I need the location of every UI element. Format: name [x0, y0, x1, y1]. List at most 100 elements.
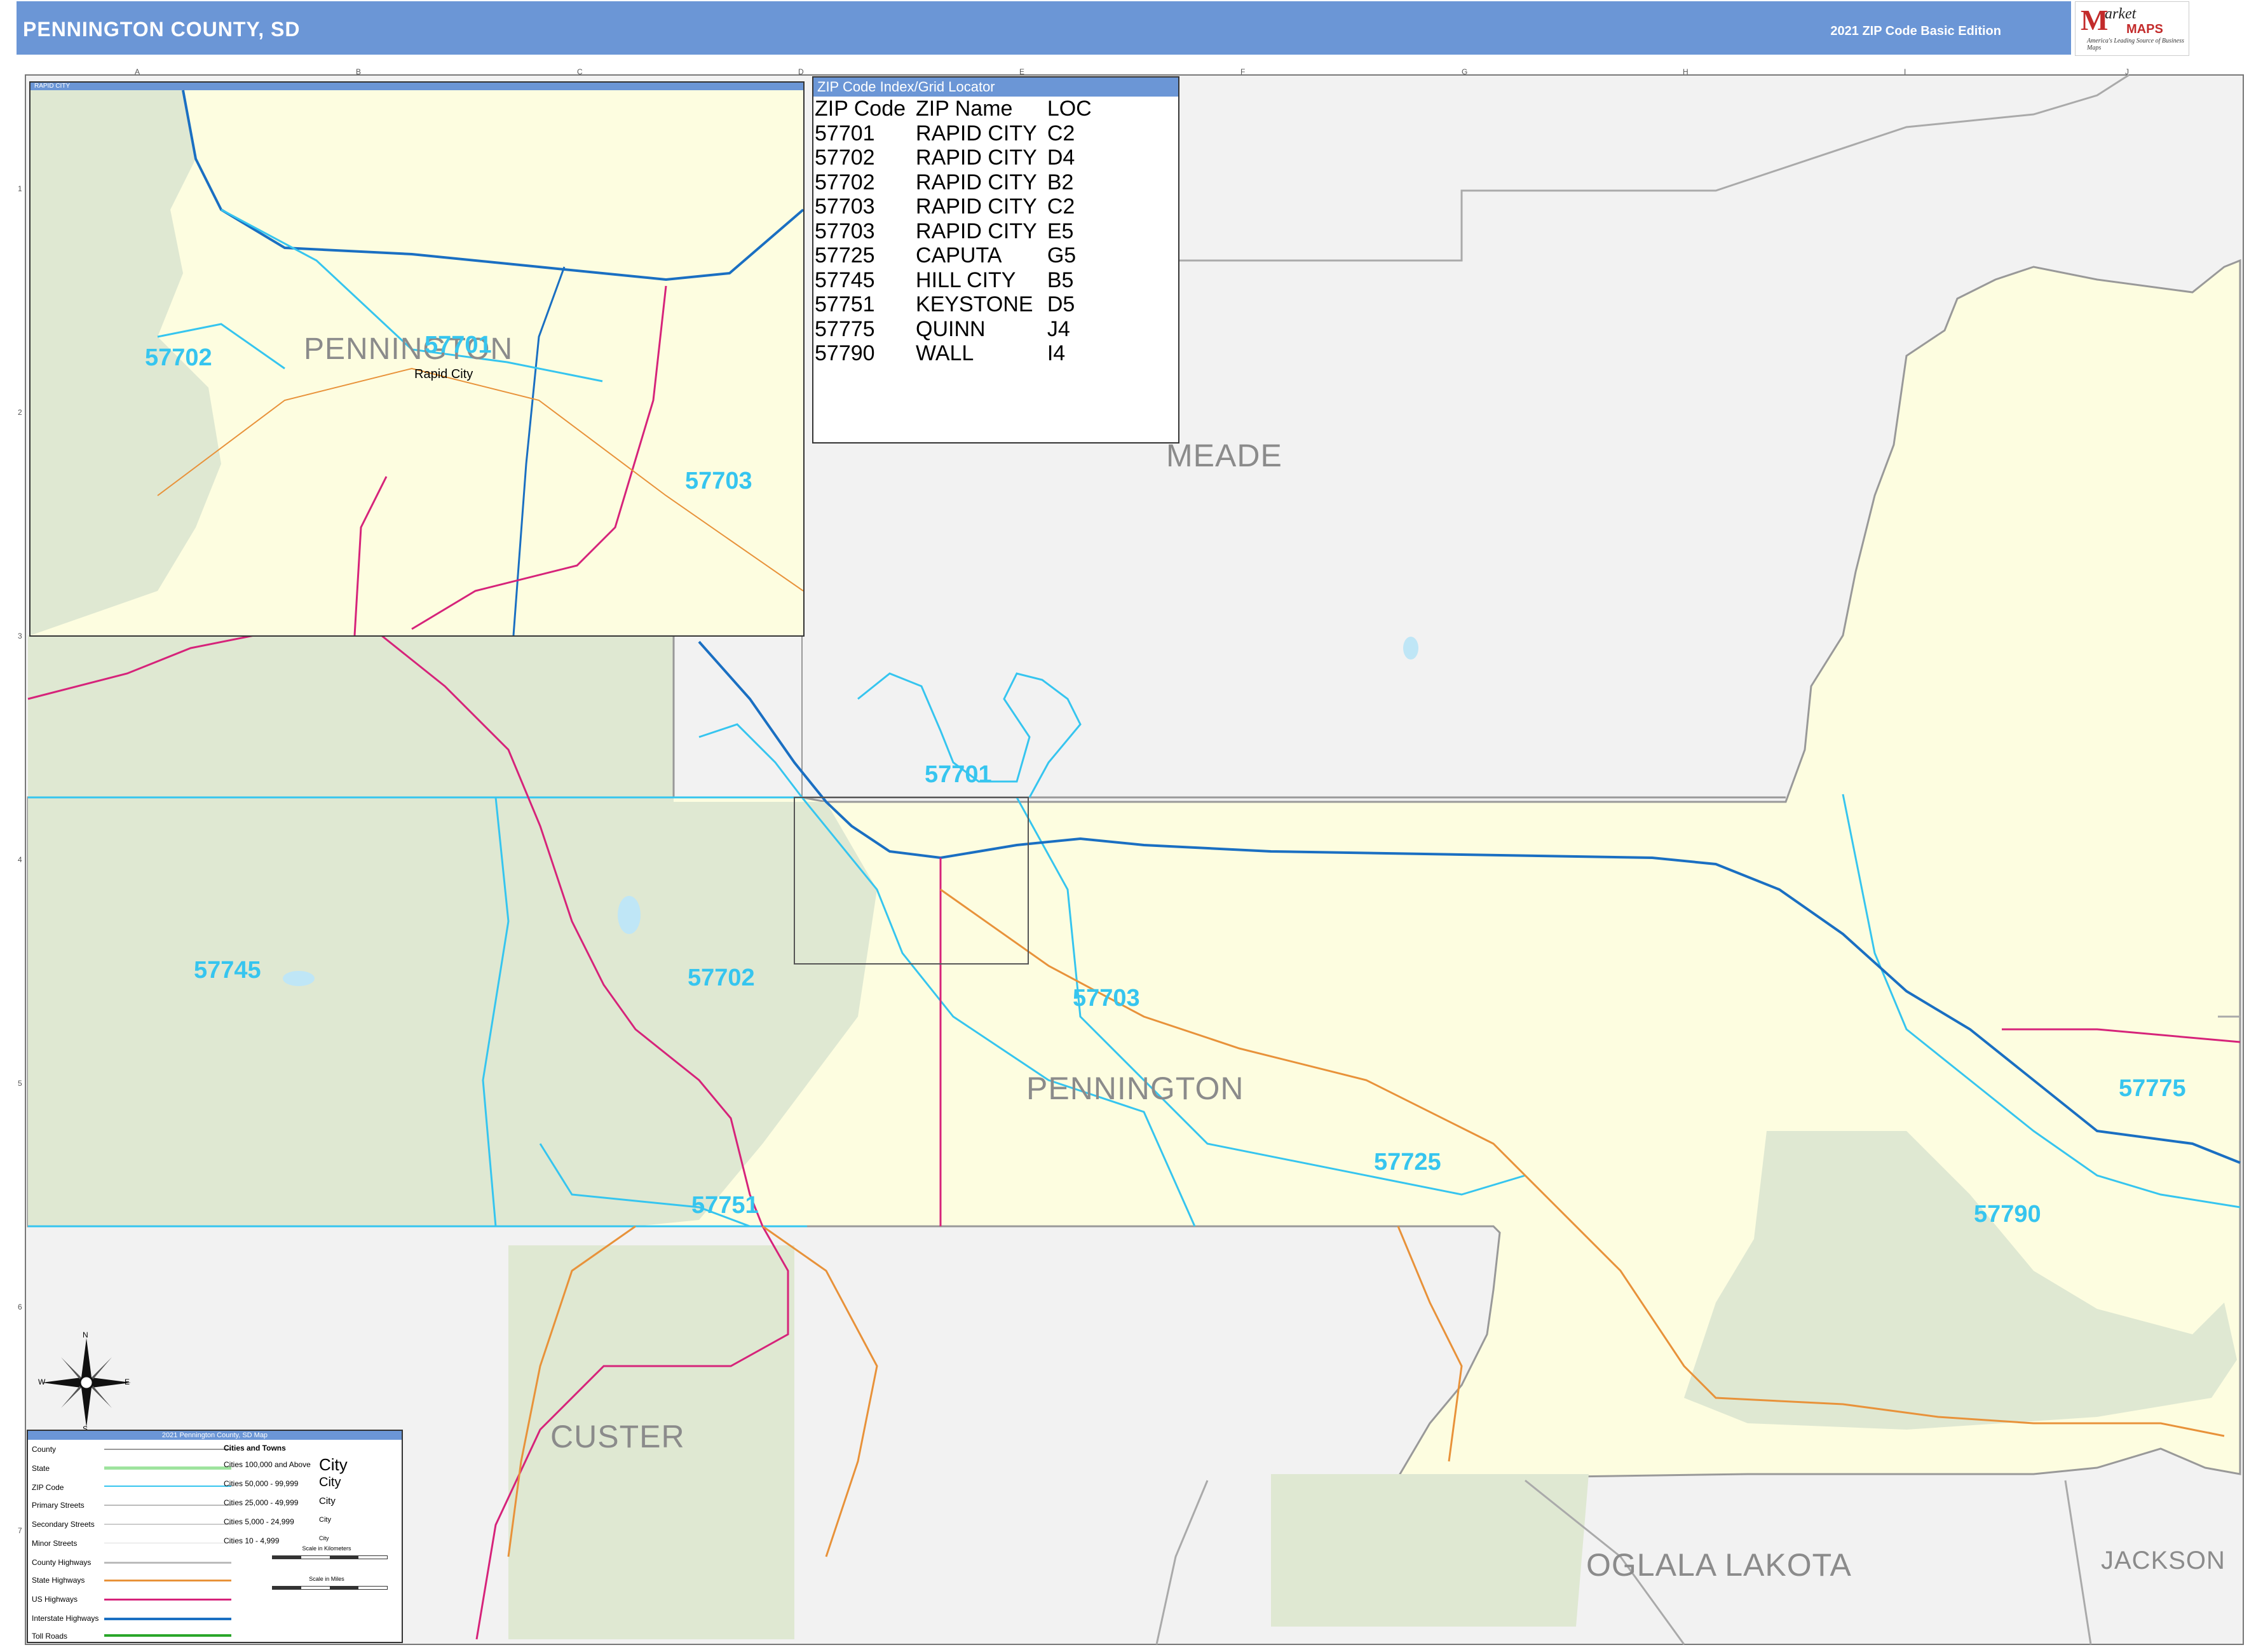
legend-item-zip: ZIP Code [32, 1483, 64, 1492]
legend-item-state: State [32, 1464, 50, 1473]
zip-name-cell: QUINN [916, 316, 986, 341]
zip-name-cell: WALL [916, 341, 974, 365]
compass-n: N [83, 1330, 88, 1339]
grid-letter: B [356, 67, 362, 76]
legend-city-size: Cities 10 - 4,999 [224, 1536, 280, 1545]
zip-code-index: ZIP Code Index/Grid Locator ZIP Code ZIP… [812, 76, 1179, 443]
zip-cell: 57703 [815, 194, 875, 219]
zip-cell: 57751 [815, 292, 875, 316]
inset-city-label: Rapid City [414, 367, 473, 381]
zip-label-57790: 57790 [1974, 1201, 2041, 1228]
table-row: 57725 CAPUTA G5 [815, 243, 1102, 268]
table-row: 57702 RAPID CITY D4 [815, 146, 1102, 170]
grid-letter: E [1019, 67, 1025, 76]
legend-city-size: Cities 50,000 - 99,999 [224, 1479, 299, 1488]
county-label-pennington: PENNINGTON [1026, 1071, 1244, 1106]
legend-title: 2021 Pennington County, SD Map [28, 1431, 402, 1440]
zip-index-header: ZIP Code ZIP Name LOC [815, 97, 1102, 121]
loc-cell: B2 [1047, 170, 1074, 194]
zip-name-cell: HILL CITY [916, 267, 1016, 292]
zip-name-cell: KEYSTONE [916, 292, 1033, 316]
table-row: 57703 RAPID CITY C2 [815, 194, 1102, 219]
rapid-city-inset[interactable]: RAPID CITY PENNINGTON 57702 57701 57703 … [29, 81, 805, 637]
loc-cell: E5 [1047, 219, 1074, 243]
grid-number: 5 [18, 1079, 22, 1088]
grid-number: 4 [18, 855, 22, 864]
zip-cell: 57703 [815, 219, 875, 243]
grid-number: 6 [18, 1303, 22, 1311]
lake [1403, 637, 1418, 660]
legend-item-state-hwy: State Highways [32, 1576, 85, 1585]
map-legend: 2021 Pennington County, SD Map County St… [27, 1430, 403, 1643]
lake [283, 971, 315, 986]
zip-cell: 57790 [815, 341, 875, 365]
loc-cell: C2 [1047, 194, 1075, 219]
zip-index-col-header: ZIP Code [815, 97, 906, 121]
legend-city-sample: City [319, 1535, 329, 1541]
county-label-jackson: JACKSON [2101, 1547, 2225, 1574]
table-row: 57790 WALL I4 [815, 341, 1102, 366]
zip-name-cell: RAPID CITY [916, 170, 1037, 194]
loc-cell: B5 [1047, 267, 1074, 292]
zip-name-cell: RAPID CITY [916, 194, 1037, 219]
zip-cell: 57725 [815, 243, 875, 267]
zip-cell: 57701 [815, 121, 875, 146]
zip-index-col-header: ZIP Name [916, 97, 1013, 121]
zip-label-57745: 57745 [194, 957, 261, 984]
grid-number: 2 [18, 408, 22, 417]
compass-w: W [38, 1378, 46, 1386]
grid-letter: F [1240, 67, 1246, 76]
loc-cell: C2 [1047, 121, 1075, 146]
grid-letter: C [577, 67, 583, 76]
zip-label-57751: 57751 [691, 1192, 759, 1219]
zip-name-cell: CAPUTA [916, 243, 1002, 267]
grid-number: 7 [18, 1526, 22, 1535]
legend-city-size: Cities 5,000 - 24,999 [224, 1517, 294, 1526]
legend-item-interstate: Interstate Highways [32, 1614, 99, 1623]
grid-number: 1 [18, 184, 22, 193]
loc-cell: D4 [1047, 146, 1075, 170]
zip-index-col-header: LOC [1047, 97, 1092, 121]
zip-label-57703: 57703 [1073, 985, 1140, 1012]
zip-cell: 57702 [815, 170, 875, 194]
badlands-south [1271, 1474, 1589, 1627]
zip-index-table: ZIP Code ZIP Name LOC 57701 RAPID CITY C2 … [815, 97, 1102, 366]
zip-label-57725: 57725 [1374, 1149, 1441, 1175]
grid-letter: G [1462, 67, 1468, 76]
zip-name-cell: RAPID CITY [916, 219, 1037, 243]
compass-rose-icon [42, 1338, 131, 1427]
zip-cell: 57702 [815, 146, 875, 170]
legend-city-sample: City [319, 1496, 336, 1506]
zip-label-57701: 57701 [925, 761, 992, 788]
table-row: 57703 RAPID CITY E5 [815, 219, 1102, 244]
inset-zip-57701: 57701 [425, 332, 492, 358]
table-row: 57701 RAPID CITY C2 [815, 121, 1102, 146]
scale-bar-km [272, 1555, 388, 1559]
county-label-oglala-lakota: OGLALA LAKOTA [1586, 1547, 1852, 1583]
loc-cell: I4 [1047, 341, 1066, 365]
grid-letter: H [1683, 67, 1688, 76]
grid-letter: A [135, 67, 140, 76]
zip-name-cell: RAPID CITY [916, 146, 1037, 170]
legend-cities-header: Cities and Towns [224, 1444, 286, 1452]
zip-cell: 57775 [815, 316, 875, 341]
inset-zip-57703: 57703 [685, 468, 752, 494]
zip-name-cell: RAPID CITY [916, 121, 1037, 146]
legend-item-county: County [32, 1445, 57, 1454]
lake [618, 896, 641, 934]
zip-index-title: ZIP Code Index/Grid Locator [813, 78, 1178, 97]
loc-cell: D5 [1047, 292, 1075, 316]
zip-label-57702: 57702 [688, 965, 755, 991]
county-label-meade: MEADE [1166, 438, 1282, 473]
legend-item-county-hwy: County Highways [32, 1558, 92, 1567]
scale-km-label: Scale in Kilometers [302, 1545, 351, 1552]
legend-item-primary: Primary Streets [32, 1501, 85, 1510]
legend-city-sample: City [319, 1475, 341, 1489]
inset-zip-57702: 57702 [145, 344, 212, 371]
loc-cell: G5 [1047, 243, 1077, 267]
scale-mi-label: Scale in Miles [309, 1576, 344, 1582]
grid-letter: D [798, 67, 804, 76]
scale-bar-mi [272, 1586, 388, 1590]
table-row: 57745 HILL CITY B5 [815, 268, 1102, 293]
grid-letter: I [1904, 67, 1906, 76]
